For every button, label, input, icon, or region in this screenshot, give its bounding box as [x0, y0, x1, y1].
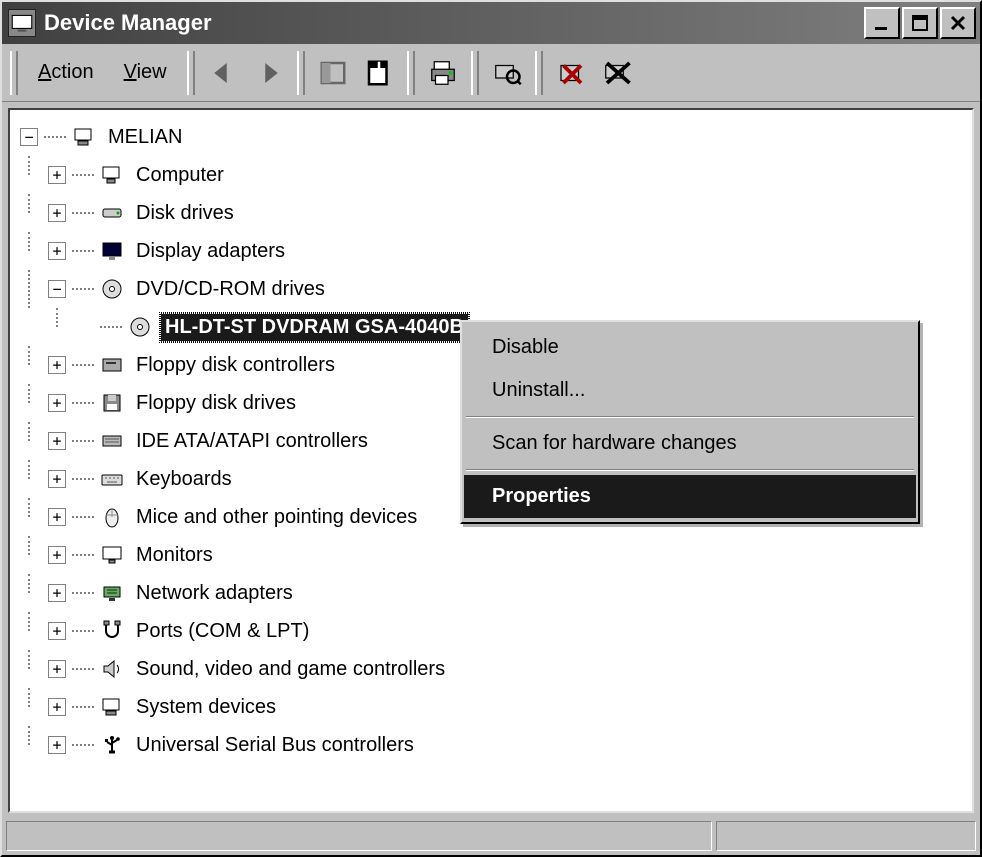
expand-icon[interactable]: +: [48, 698, 66, 716]
toolbar-grip: [297, 51, 305, 95]
tree-item-label: Keyboards: [132, 466, 236, 493]
uninstall-button[interactable]: [549, 51, 593, 95]
context-menu: Disable Uninstall... Scan for hardware c…: [460, 320, 920, 524]
statusbar: [2, 819, 980, 855]
expand-icon[interactable]: +: [48, 622, 66, 640]
expand-icon[interactable]: +: [48, 736, 66, 754]
close-button[interactable]: [940, 7, 976, 39]
device-manager-window: Device Manager Action View: [0, 0, 982, 857]
tree-item[interactable]: + Display adapters: [48, 232, 968, 270]
tree-item-label: Mice and other pointing devices: [132, 504, 421, 531]
ide-icon: [98, 428, 126, 454]
tree-item-label: Floppy disk controllers: [132, 352, 339, 379]
tree-item[interactable]: + Computer: [48, 156, 968, 194]
expand-icon[interactable]: +: [48, 204, 66, 222]
tree-item[interactable]: + Universal Serial Bus controllers: [48, 726, 968, 764]
scan-hardware-button[interactable]: [485, 51, 529, 95]
dvd-icon: [98, 276, 126, 302]
tree-item-label: Network adapters: [132, 580, 297, 607]
context-separator: [466, 416, 914, 418]
network-icon: [98, 580, 126, 606]
monitor-icon: [98, 542, 126, 568]
forward-button[interactable]: [247, 51, 291, 95]
toolbar-grip: [471, 51, 479, 95]
maximize-button[interactable]: [902, 7, 938, 39]
tree-item[interactable]: + Monitors: [48, 536, 968, 574]
expand-icon[interactable]: +: [48, 660, 66, 678]
keyboard-icon: [98, 466, 126, 492]
expand-icon[interactable]: +: [48, 432, 66, 450]
tree-item-label: Display adapters: [132, 238, 289, 265]
menu-view[interactable]: View: [110, 57, 181, 88]
computer-root-icon: [70, 124, 98, 150]
port-icon: [98, 618, 126, 644]
tree-item-label: Monitors: [132, 542, 217, 569]
print-button[interactable]: [421, 51, 465, 95]
mouse-icon: [98, 504, 126, 530]
app-icon: [8, 9, 36, 37]
tree-item[interactable]: + Network adapters: [48, 574, 968, 612]
expand-icon[interactable]: +: [48, 470, 66, 488]
collapse-icon[interactable]: −: [20, 128, 38, 146]
context-disable[interactable]: Disable: [464, 326, 916, 369]
status-cell: [6, 821, 712, 851]
tree-item-label: Computer: [132, 162, 228, 189]
tree-item[interactable]: + Ports (COM & LPT): [48, 612, 968, 650]
properties-toolbar-button[interactable]: [357, 51, 401, 95]
context-scan-hardware[interactable]: Scan for hardware changes: [464, 422, 916, 465]
sound-icon: [98, 656, 126, 682]
tree-item[interactable]: + Disk drives: [48, 194, 968, 232]
tree-item[interactable]: − DVD/CD-ROM drives: [48, 270, 968, 308]
computer-icon: [98, 162, 126, 188]
titlebar: Device Manager: [2, 2, 980, 44]
toolbar-grip: [535, 51, 543, 95]
tree-root-node[interactable]: − MELIAN: [20, 118, 968, 156]
status-cell: [716, 821, 976, 851]
tree-item[interactable]: + System devices: [48, 688, 968, 726]
tree-item-label: IDE ATA/ATAPI controllers: [132, 428, 372, 455]
floppy-icon: [98, 390, 126, 416]
tree-item-label: Floppy disk drives: [132, 390, 300, 417]
toolbar-grip: [187, 51, 195, 95]
toolbar: Action View: [2, 44, 980, 102]
disable-button[interactable]: [595, 51, 639, 95]
floppy-ctrl-icon: [98, 352, 126, 378]
usb-icon: [98, 732, 126, 758]
context-separator: [466, 469, 914, 471]
tree-item-label: System devices: [132, 694, 280, 721]
disk-icon: [98, 200, 126, 226]
toolbar-grip: [10, 51, 18, 95]
expand-icon[interactable]: +: [48, 508, 66, 526]
collapse-icon[interactable]: −: [48, 280, 66, 298]
window-title: Device Manager: [44, 10, 864, 36]
tree-item[interactable]: + Sound, video and game controllers: [48, 650, 968, 688]
show-hide-console-tree-button[interactable]: [311, 51, 355, 95]
expand-icon[interactable]: +: [48, 394, 66, 412]
context-properties[interactable]: Properties: [464, 475, 916, 518]
expand-icon[interactable]: +: [48, 242, 66, 260]
tree-item-label: Disk drives: [132, 200, 238, 227]
tree-root-label: MELIAN: [104, 124, 186, 151]
back-button[interactable]: [201, 51, 245, 95]
context-uninstall[interactable]: Uninstall...: [464, 369, 916, 412]
expand-icon[interactable]: +: [48, 356, 66, 374]
expand-icon[interactable]: +: [48, 166, 66, 184]
tree-item-label: Sound, video and game controllers: [132, 656, 449, 683]
expand-icon[interactable]: +: [48, 546, 66, 564]
tree-item-label: DVD/CD-ROM drives: [132, 276, 329, 303]
tree-item-label: HL-DT-ST DVDRAM GSA-4040B: [160, 313, 469, 342]
system-icon: [98, 694, 126, 720]
expand-icon[interactable]: +: [48, 584, 66, 602]
device-tree-pane[interactable]: − MELIAN + Computer + Disk drives + Display a…: [8, 108, 974, 813]
tree-item-label: Ports (COM & LPT): [132, 618, 313, 645]
minimize-button[interactable]: [864, 7, 900, 39]
tree-item-label: Universal Serial Bus controllers: [132, 732, 418, 759]
dvd-icon: [126, 314, 154, 340]
toolbar-grip: [407, 51, 415, 95]
menu-action[interactable]: Action: [24, 57, 108, 88]
display-icon: [98, 238, 126, 264]
